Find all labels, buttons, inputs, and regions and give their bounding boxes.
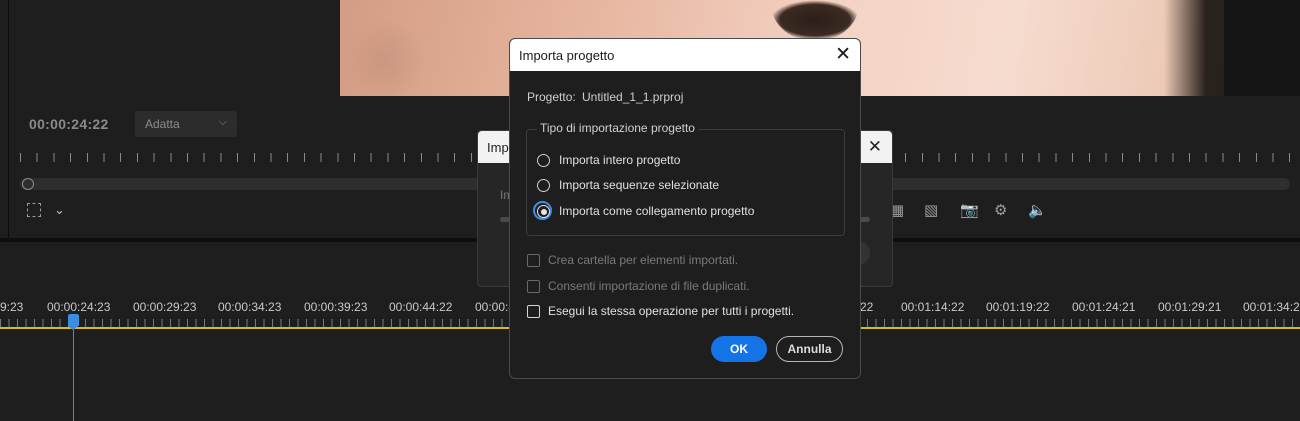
checkbox-label: Crea cartella per elementi importati. bbox=[548, 253, 739, 267]
cancel-button[interactable]: Annulla bbox=[776, 336, 843, 362]
timeline-time-label: 00:01:14:22 bbox=[901, 300, 965, 314]
ok-button[interactable]: OK bbox=[711, 336, 767, 362]
timeline-time-label: 00:00:44:22 bbox=[389, 300, 453, 314]
camera-icon[interactable]: 📷 bbox=[960, 201, 979, 219]
timeline-time-label: 22 bbox=[860, 300, 874, 314]
checkbox[interactable] bbox=[527, 280, 540, 293]
playhead-line[interactable] bbox=[73, 324, 74, 421]
chevron-down-icon[interactable]: ⌄ bbox=[54, 202, 65, 218]
checkbox[interactable] bbox=[527, 305, 540, 318]
video-letterbox bbox=[1224, 0, 1300, 96]
playhead-handle[interactable] bbox=[68, 314, 79, 330]
radio-label[interactable]: Importa sequenze selezionate bbox=[559, 178, 719, 192]
panel-border bbox=[8, 0, 9, 238]
radio-label[interactable]: Importa come collegamento progetto bbox=[559, 204, 754, 218]
volume-icon[interactable]: 🔈 bbox=[1028, 201, 1047, 219]
dialog-title: Importa progetto bbox=[519, 48, 615, 63]
import-project-dialog: Importa progetto ✕ Progetto: Untitled_1_… bbox=[509, 38, 861, 379]
checkbox-label[interactable]: Esegui la stessa operazione per tutti i … bbox=[548, 304, 794, 318]
timeline-time-label: 00:00:34:23 bbox=[218, 300, 282, 314]
close-icon[interactable]: ✕ bbox=[868, 137, 882, 157]
checkbox[interactable] bbox=[527, 254, 540, 267]
safe-margins-icon[interactable] bbox=[27, 203, 41, 217]
import-type-group-title: Tipo di importazione progetto bbox=[537, 121, 698, 135]
chevron-down-icon: ⌵ bbox=[218, 116, 227, 128]
timeline-time-label: 9:23 bbox=[0, 300, 24, 314]
timeline-time-label: 00:00:29:23 bbox=[133, 300, 197, 314]
settings-icon[interactable]: ⚙ bbox=[994, 201, 1007, 219]
timeline-time-label: 00:00:24:23 bbox=[47, 300, 111, 314]
overwrite-icon[interactable]: ▧ bbox=[924, 201, 938, 219]
timeline-time-label: 00:01:34:21 bbox=[1243, 300, 1300, 314]
zoom-fit-value: Adatta bbox=[145, 117, 180, 131]
radio-button-selected[interactable] bbox=[537, 205, 550, 218]
radio-button[interactable] bbox=[537, 154, 550, 167]
radio-label[interactable]: Importa intero progetto bbox=[559, 153, 680, 167]
timeline-time-label: 00:01:29:21 bbox=[1158, 300, 1222, 314]
playhead-timecode[interactable]: 00:00:24:22 bbox=[29, 116, 109, 132]
close-icon[interactable]: ✕ bbox=[835, 43, 851, 66]
zoom-fit-dropdown[interactable]: Adatta ⌵ bbox=[135, 111, 237, 137]
checkbox-label: Consenti importazione di file duplicati. bbox=[548, 279, 750, 293]
timeline-time-label: 00:01:19:22 bbox=[986, 300, 1050, 314]
scrub-handle[interactable] bbox=[22, 178, 34, 190]
timeline-time-label: 00:00:39:23 bbox=[304, 300, 368, 314]
project-filename: Untitled_1_1.prproj bbox=[582, 90, 684, 104]
timeline-time-label: 00:01:24:21 bbox=[1072, 300, 1136, 314]
project-label: Progetto: bbox=[527, 90, 576, 104]
radio-button[interactable] bbox=[537, 179, 550, 192]
